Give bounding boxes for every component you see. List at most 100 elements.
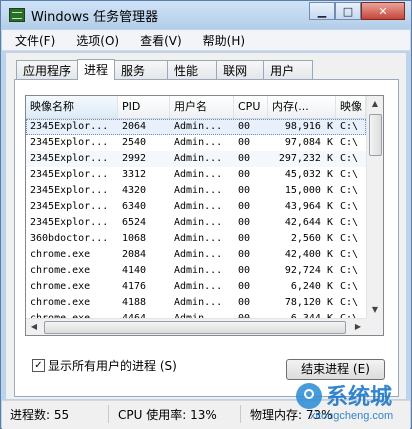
cell-name: chrome.exe	[30, 249, 91, 260]
maximize-button[interactable]: □	[335, 2, 361, 20]
cell-pid: 4140	[122, 265, 147, 276]
cell-path: C:\	[340, 169, 359, 180]
show-all-users-checkbox[interactable]: ✓	[32, 359, 45, 372]
status-cpu-usage: CPU 使用率: 13%	[118, 408, 217, 422]
cell-mem: 43,964 K	[284, 201, 333, 212]
cell-path: C:\	[340, 265, 359, 276]
tab-processes[interactable]: 进程	[77, 59, 116, 80]
status-separator	[240, 405, 241, 423]
cell-pid: 4188	[122, 297, 147, 308]
column-memory[interactable]: 内存(...	[268, 96, 336, 118]
cell-name: 360bdoctor...	[30, 233, 109, 244]
cell-user: Admin...	[174, 185, 223, 196]
title-bar[interactable]: Windows 任务管理器 ▁ □ ✕	[1, 1, 411, 29]
tab-performance[interactable]: 性能	[167, 60, 218, 79]
tab-users[interactable]: 用户	[263, 60, 314, 79]
cell-user: Admin...	[174, 121, 223, 132]
cell-user: Admin...	[174, 217, 223, 228]
column-cpu[interactable]: CPU	[234, 96, 268, 118]
table-row[interactable]: chrome.exe 4140 Admin... 00 92,724 K C:\	[26, 263, 366, 279]
table-row[interactable]: chrome.exe 4188 Admin... 00 78,120 K C:\	[26, 295, 366, 311]
scroll-left-icon[interactable]: ◀	[26, 319, 42, 335]
cell-cpu: 00	[238, 121, 251, 132]
watermark-logo-icon	[296, 383, 322, 409]
cell-cpu: 00	[238, 249, 251, 260]
cell-user: Admin...	[174, 265, 223, 276]
window-controls: ▁ □ ✕	[309, 2, 405, 20]
close-icon: ✕	[378, 4, 388, 18]
cell-mem: 2,560 K	[290, 233, 333, 244]
horizontal-scrollbar[interactable]: ◀ ▶	[26, 318, 366, 335]
task-manager-icon	[9, 8, 25, 22]
cell-mem: 98,916 K	[284, 121, 333, 132]
table-row[interactable]: 2345Explor... 4320 Admin... 00 15,000 K C:\	[26, 183, 366, 199]
task-manager-window: Windows 任务管理器 ▁ □ ✕ 文件(F) 选项(O) 查看(V) 帮助…	[0, 0, 412, 429]
cell-name: 2345Explor...	[30, 137, 109, 148]
cell-cpu: 00	[238, 137, 251, 148]
cell-cpu: 00	[238, 281, 251, 292]
column-pid[interactable]: PID	[118, 96, 170, 118]
status-separator	[108, 405, 109, 423]
maximize-icon: □	[342, 4, 354, 18]
table-row[interactable]: 2345Explor... 2064 Admin... 00 98,916 K C:\	[26, 119, 366, 135]
end-process-button[interactable]: 结束进程 (E)	[286, 359, 385, 380]
cell-pid: 2992	[122, 153, 147, 164]
column-user-name[interactable]: 用户名	[170, 96, 234, 118]
vertical-scroll-thumb[interactable]	[369, 114, 382, 156]
cell-pid: 1068	[122, 233, 147, 244]
scroll-up-icon[interactable]: ▲	[367, 96, 383, 112]
table-row[interactable]: 360bdoctor... 1068 Admin... 00 2,560 K C:\	[26, 231, 366, 247]
menu-file[interactable]: 文件(F)	[2, 30, 63, 50]
menu-options[interactable]: 选项(O)	[63, 30, 127, 50]
cell-mem: 42,400 K	[284, 249, 333, 260]
menu-help[interactable]: 帮助(H)	[190, 30, 253, 50]
tab-strip: 应用程序 进程 服务 性能 联网 用户	[16, 58, 314, 80]
cell-name: 2345Explor...	[30, 153, 109, 164]
cell-user: Admin...	[174, 169, 223, 180]
cell-mem: 78,120 K	[284, 297, 333, 308]
cell-cpu: 00	[238, 185, 251, 196]
show-all-users-label[interactable]: 显示所有用户的进程 (S)	[48, 357, 177, 374]
cell-user: Admin...	[174, 201, 223, 212]
horizontal-scroll-thumb[interactable]	[44, 321, 346, 334]
scroll-down-icon[interactable]: ▼	[367, 302, 383, 318]
cell-name: chrome.exe	[30, 281, 91, 292]
cell-mem: 6,240 K	[290, 281, 333, 292]
table-row[interactable]: chrome.exe 4176 Admin... 00 6,240 K C:\	[26, 279, 366, 295]
cell-pid: 2540	[122, 137, 147, 148]
scroll-right-icon[interactable]: ▶	[350, 319, 366, 335]
process-list[interactable]: 映像名称 PID 用户名 CPU 内存(... 映像 2345Explor...…	[25, 95, 384, 336]
close-button[interactable]: ✕	[361, 2, 405, 20]
cell-path: C:\	[340, 217, 359, 228]
cell-path: C:\	[340, 249, 359, 260]
watermark-text: 系统城	[326, 385, 393, 410]
cell-mem: 297,232 K	[278, 153, 333, 164]
cell-pid: 3312	[122, 169, 147, 180]
table-row[interactable]: 2345Explor... 2540 Admin... 00 97,084 K C:\	[26, 135, 366, 151]
column-image-name[interactable]: 映像名称	[26, 96, 118, 118]
table-row[interactable]: 2345Explor... 6340 Admin... 00 43,964 K C:\	[26, 199, 366, 215]
cell-user: Admin...	[174, 249, 223, 260]
table-row[interactable]: 2345Explor... 3312 Admin... 00 45,032 K C:\	[26, 167, 366, 183]
cell-cpu: 00	[238, 153, 251, 164]
table-row[interactable]: 2345Explor... 2992 Admin... 00 297,232 K C:\	[26, 151, 366, 167]
table-row[interactable]: chrome.exe 2084 Admin... 00 42,400 K C:\	[26, 247, 366, 263]
tab-services[interactable]: 服务	[114, 60, 169, 79]
cell-cpu: 00	[238, 201, 251, 212]
tab-networking[interactable]: 联网	[216, 60, 265, 79]
cell-pid: 4320	[122, 185, 147, 196]
cell-cpu: 00	[238, 233, 251, 244]
cell-pid: 6340	[122, 201, 147, 212]
table-row[interactable]: 2345Explor... 6524 Admin... 00 42,644 K C:\	[26, 215, 366, 231]
cell-path: C:\	[340, 185, 359, 196]
cell-name: 2345Explor...	[30, 217, 109, 228]
tab-applications[interactable]: 应用程序	[16, 60, 79, 79]
cell-cpu: 00	[238, 169, 251, 180]
cell-name: 2345Explor...	[30, 185, 109, 196]
menu-view[interactable]: 查看(V)	[127, 30, 190, 50]
cell-user: Admin...	[174, 137, 223, 148]
column-image-path[interactable]: 映像	[336, 96, 366, 118]
vertical-scrollbar[interactable]: ▲ ▼	[366, 96, 383, 318]
minimize-button[interactable]: ▁	[309, 2, 335, 20]
cell-pid: 4176	[122, 281, 147, 292]
